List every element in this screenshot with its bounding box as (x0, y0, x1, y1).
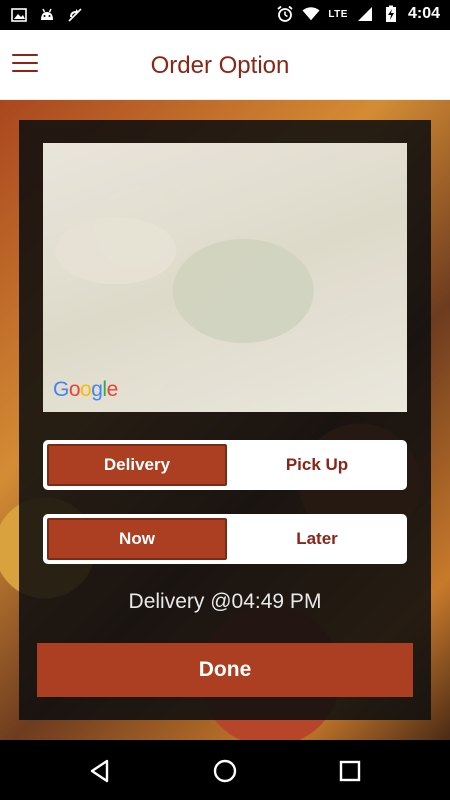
alarm-icon (276, 5, 294, 23)
signal-icon (356, 5, 374, 23)
no-sync-icon (66, 6, 84, 24)
status-clock: 4:04 (407, 5, 440, 22)
google-logo: Google (53, 378, 118, 401)
status-bar-left (10, 6, 84, 24)
map-view[interactable] (43, 143, 407, 412)
now-option[interactable]: Now (47, 518, 227, 560)
pickup-option[interactable]: Pick Up (229, 442, 405, 488)
network-type-label: LTE (328, 8, 348, 20)
android-icon (38, 6, 56, 24)
image-icon (10, 6, 28, 24)
done-button[interactable]: Done (37, 643, 413, 697)
app-bar: Order Option (0, 30, 450, 100)
recents-icon[interactable] (337, 758, 363, 784)
later-option[interactable]: Later (229, 516, 405, 562)
status-bar: LTE 4:04 (0, 0, 450, 30)
delivery-time-text: Delivery @04:49 PM (128, 590, 322, 613)
page-title: Order Option (150, 52, 290, 79)
delivery-option[interactable]: Delivery (47, 444, 227, 486)
timing-toggle: Now Later (43, 514, 407, 564)
status-bar-right: LTE 4:04 (276, 5, 440, 23)
back-icon[interactable] (87, 758, 113, 784)
navigation-bar (0, 740, 450, 800)
order-type-toggle: Delivery Pick Up (43, 440, 407, 490)
home-icon[interactable] (212, 758, 238, 784)
wifi-icon (302, 5, 320, 23)
battery-charging-icon (382, 5, 400, 23)
